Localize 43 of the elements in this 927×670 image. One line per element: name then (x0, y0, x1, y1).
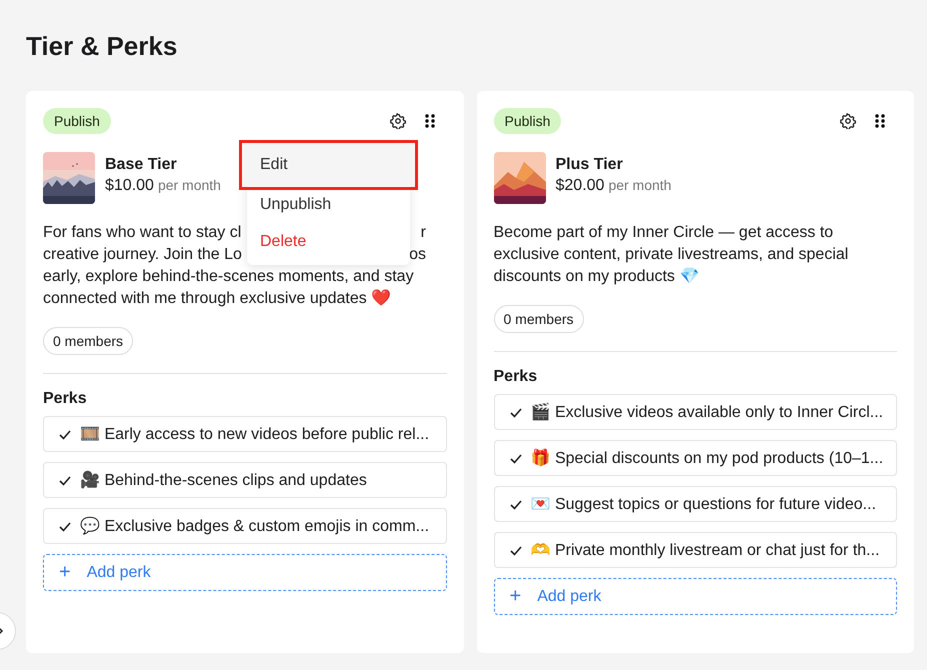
check-icon (510, 544, 522, 556)
perk-text: 💬 Exclusive badges & custom emojis in comm... (80, 516, 430, 536)
add-perk-button[interactable]: + Add perk (43, 554, 446, 591)
description-text: creative journey. Join the Lo (43, 245, 242, 265)
tier-name: Plus Tier (556, 156, 624, 174)
description-text: os (409, 245, 426, 265)
tier-price: $10.00 (105, 177, 154, 194)
description-text: connected with me through exclusive updates ❤ (43, 288, 392, 309)
perk-text: 🎞 Early access to new videos before public rel... (80, 425, 430, 444)
description-text: early, explore behind-the-scenes moments, and stay (43, 267, 414, 287)
tier-price: $20.00 (556, 177, 604, 194)
members-count: 0 members (494, 305, 584, 333)
description-text: For fans who want to stay cl (43, 223, 242, 243)
description-text: discounts on my products 💎 (494, 266, 700, 287)
perk-text: 🎬 Exclusive videos available only to Inner Circl... (530, 402, 884, 422)
menu-item[interactable]: Unpublish (247, 186, 410, 223)
menu-item[interactable]: Delete (247, 223, 410, 260)
price-period: per month (608, 177, 672, 193)
price-period: per month (158, 177, 221, 193)
members-count: 0 members (43, 327, 134, 355)
check-icon (59, 474, 71, 486)
perk-text: 💌 Suggest topics or questions for future video... (530, 495, 876, 514)
status-badge: Publish (494, 108, 562, 134)
check-icon (59, 428, 71, 440)
description-text: exclusive content, private livestreams, and special (494, 245, 848, 265)
perk-text: 🫶 Private monthly livestream or chat just for th... (530, 541, 880, 560)
menu-item[interactable]: Edit (243, 144, 414, 186)
check-icon (510, 498, 522, 510)
perk-text: 🎥 Behind-the-scenes clips and updates (80, 470, 367, 490)
perks-heading: Perks (494, 368, 538, 386)
description-text: r (420, 223, 426, 243)
add-perk-button[interactable]: + Add perk (494, 578, 897, 615)
check-icon (510, 452, 522, 464)
tier-name: Base Tier (105, 156, 178, 174)
description-text: Become part of my Inner Circle — get access to (494, 223, 834, 243)
settings-icon[interactable] (388, 111, 408, 131)
check-icon (59, 520, 71, 532)
page-title: Tier & Perks (26, 30, 178, 63)
perk-text: 🎁 Special discounts on my pod products (10–1... (530, 448, 884, 468)
check-icon (510, 406, 522, 418)
settings-icon[interactable] (838, 111, 858, 131)
perks-heading: Perks (43, 390, 88, 408)
status-badge: Publish (43, 108, 111, 134)
